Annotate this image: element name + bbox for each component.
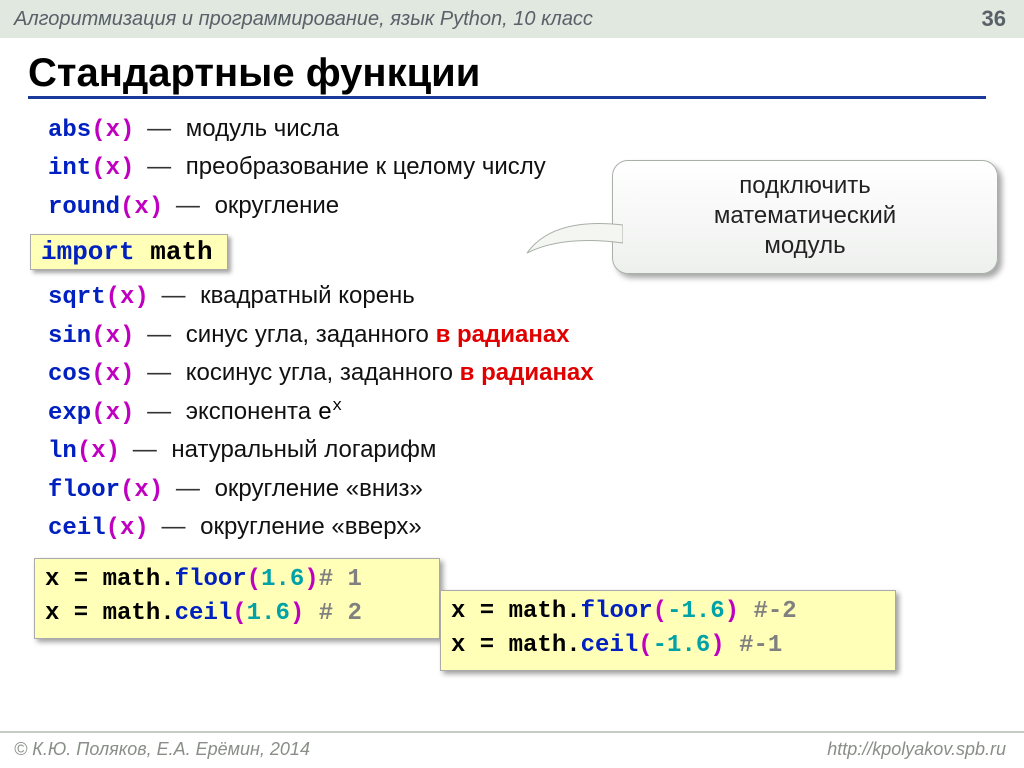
example-box: x = math.floor(1.6)# 1 x = math.ceil(1.6… xyxy=(34,558,440,640)
site-url: http://kpolyakov.spb.ru xyxy=(827,739,1006,760)
copyright: © К.Ю. Поляков, Е.А. Ерёмин, 2014 xyxy=(14,739,310,760)
course-title: Алгоритмизация и программирование, язык … xyxy=(14,8,593,31)
page-title: Стандартные функции xyxy=(28,52,986,99)
example-box: x = math.floor(-1.6) #-2 x = math.ceil(-… xyxy=(440,590,896,672)
func-line: sin(x) — синус угла, заданного в радиана… xyxy=(48,317,988,355)
callout-line: модуль xyxy=(625,231,985,261)
top-bar: Алгоритмизация и программирование, язык … xyxy=(0,0,1024,38)
callout-line: подключить xyxy=(625,171,985,201)
callout-line: математический xyxy=(625,201,985,231)
func-line: ln(x) — натуральный логарифм xyxy=(48,432,988,470)
func-line: floor(x) — округление «вниз» xyxy=(48,471,988,509)
code-line: x = math.ceil(-1.6) #-1 xyxy=(451,629,881,664)
import-box: import math xyxy=(30,234,228,270)
code-line: x = math.floor(1.6)# 1 xyxy=(45,563,425,598)
code-line: x = math.floor(-1.6) #-2 xyxy=(451,595,881,630)
page-number: 36 xyxy=(982,6,1006,32)
callout-bubble: подключить математический модуль xyxy=(612,160,998,274)
func-line: exp(x) — экспонента ex xyxy=(48,394,988,432)
footer: © К.Ю. Поляков, Е.А. Ерёмин, 2014 http:/… xyxy=(0,731,1024,768)
func-line: cos(x) — косинус угла, заданного в радиа… xyxy=(48,355,988,393)
func-line: sqrt(x) — квадратный корень xyxy=(48,278,988,316)
func-line: abs(x) — модуль числа xyxy=(48,111,988,149)
func-line: ceil(x) — округление «вверх» xyxy=(48,509,988,547)
examples-area: x = math.floor(1.6)# 1 x = math.ceil(1.6… xyxy=(48,558,988,678)
code-line: x = math.ceil(1.6) # 2 xyxy=(45,597,425,632)
